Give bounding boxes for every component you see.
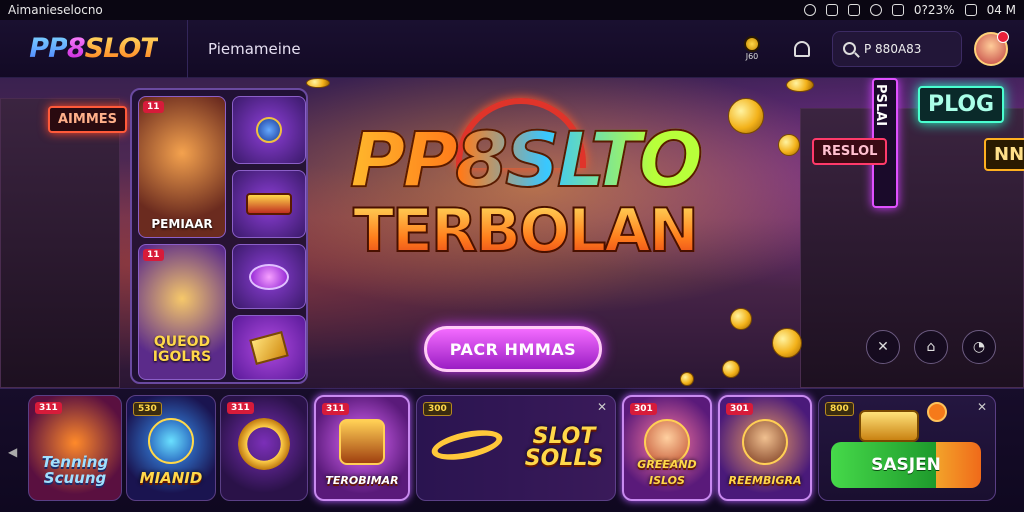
notification-dot	[997, 30, 1009, 43]
home-icon[interactable]: ⌂	[914, 330, 948, 364]
game-card[interactable]: 530 MIANID	[126, 395, 216, 501]
search-text: P 880A83	[864, 41, 922, 56]
mute-icon	[825, 4, 838, 16]
coin-3	[786, 78, 814, 92]
hero-subtitle: TERBOLAN	[350, 195, 700, 267]
mini-tile-crystal[interactable]	[232, 244, 306, 309]
featured-game-tile-1[interactable]: 11 PEMIAAR	[138, 96, 226, 238]
close-icon[interactable]: ✕	[597, 400, 607, 414]
game-card[interactable]: 301 GREEAND ISLOS	[622, 395, 712, 501]
game-card[interactable]: 311	[220, 395, 308, 501]
coin-6	[772, 328, 802, 358]
carousel-prev-icon[interactable]: ◀	[8, 445, 17, 459]
game-card[interactable]: 311 Tenning Scuung	[28, 395, 122, 501]
hero-title: PP8SLTO	[310, 119, 740, 201]
game-badge: 800	[825, 402, 854, 416]
game-carousel: ◀ 311 Tenning Scuung 530 MIANID 311 311 …	[0, 388, 1024, 512]
status-app-name: Aimanieselocno	[8, 3, 103, 17]
game-title: REEMBIGRA	[728, 474, 802, 487]
game-badge: 301	[630, 403, 657, 415]
search-icon	[843, 42, 856, 55]
game-card[interactable]: 300 ✕ SLOT SOLLS	[416, 395, 616, 501]
game-card[interactable]: 301 REEMBIGRA	[718, 395, 812, 501]
mini-tiles-top	[232, 96, 306, 238]
gem-icon	[256, 117, 282, 143]
trophy-icon	[744, 36, 760, 52]
brand-logo[interactable]: PP 8 SLOT	[0, 19, 188, 78]
game-card[interactable]: 800 ✕ SASJEN	[818, 395, 996, 501]
mini-tiles-bottom	[232, 244, 306, 380]
tile-badge: 11	[143, 101, 164, 113]
game-title: GREEAND ISLOS	[637, 458, 697, 487]
battery-icon	[964, 4, 977, 16]
mini-tile-gold-bar[interactable]	[232, 315, 306, 380]
spin-button[interactable]: SASJEN	[831, 442, 981, 488]
game-badge: 300	[423, 402, 452, 416]
notifications-button[interactable]	[782, 29, 822, 69]
avatar[interactable]	[974, 30, 1009, 66]
game-badge: 311	[227, 402, 254, 414]
chat-icon[interactable]: ◔	[962, 330, 996, 364]
warrior-face-icon	[742, 419, 788, 465]
game-title: MIANID	[139, 469, 203, 487]
bell-icon	[794, 40, 810, 57]
gift-icon	[927, 402, 947, 422]
coin-4	[306, 78, 330, 88]
search-input[interactable]: P 880A83	[832, 30, 962, 67]
treasure-chest-icon	[859, 410, 919, 442]
hero-cta-button[interactable]: PACR HMMAS	[424, 326, 602, 372]
tile-badge: 11	[143, 249, 164, 261]
drum-icon	[246, 193, 292, 215]
coin-8	[680, 372, 694, 386]
page-title: Piemameine	[208, 39, 301, 58]
logo-8: 8	[66, 33, 86, 64]
logo-slot: SLOT	[84, 33, 159, 64]
featured-panel: 11 PEMIAAR 11 QUEOD IGOLRS	[130, 88, 308, 384]
coin-7	[722, 360, 740, 378]
neon-sign-2: PLOG	[918, 86, 1005, 123]
featured-game-tile-2[interactable]: 11 QUEOD IGOLRS	[138, 244, 226, 380]
building-left	[0, 98, 120, 388]
coin-2	[778, 134, 800, 156]
game-badge: 301	[726, 403, 753, 415]
rewards-button[interactable]: J60	[732, 29, 772, 69]
mini-tile-gem[interactable]	[232, 96, 306, 164]
game-title: SLOT SOLLS	[524, 424, 604, 471]
tile-caption: PEMIAAR	[151, 217, 213, 231]
game-badge: 311	[322, 403, 349, 415]
logo-pp: PP	[29, 33, 68, 64]
coin-5	[730, 308, 752, 330]
ring-icon	[238, 418, 290, 470]
tile-caption: QUEOD IGOLRS	[152, 334, 212, 365]
game-badge: 311	[35, 402, 62, 414]
owl-icon	[148, 418, 194, 464]
mini-tile-drum[interactable]	[232, 170, 306, 238]
status-time: 04 M	[986, 3, 1016, 17]
gold-bar-icon	[249, 330, 289, 365]
crystal-icon	[249, 263, 289, 290]
close-icon[interactable]: ✕	[977, 400, 987, 414]
alarm-icon	[803, 4, 816, 16]
hero-action-buttons: ✕ ⌂ ◔	[866, 330, 996, 364]
vibrate-icon	[847, 4, 860, 16]
neon-sign-4: RESLOL	[812, 138, 888, 165]
neon-sign-5: NN	[984, 138, 1024, 171]
gold-ring-icon	[429, 424, 505, 466]
game-title: TEROBIMAR	[325, 474, 399, 487]
totem-icon	[339, 419, 385, 465]
status-bar: Aimanieselocno 0?23% 04 M	[0, 0, 1024, 20]
rewards-label: J60	[745, 52, 759, 61]
battery-percent: 0?23%	[913, 3, 955, 17]
share-icon[interactable]: ✕	[866, 330, 900, 364]
app-header: PP 8 SLOT Piemameine J60 P 880A83	[0, 19, 1024, 78]
game-card[interactable]: 311 TEROBIMAR	[314, 395, 410, 501]
neon-sign-1: AIMMES	[48, 106, 128, 133]
wifi-icon	[869, 4, 882, 16]
game-title: Tenning Scuung	[41, 453, 109, 487]
hero-banner: AIMMES PLOG PSLAI RESLOL NN 11 PEMIAAR 1…	[0, 78, 1024, 388]
signal-icon	[891, 4, 904, 16]
game-badge: 530	[133, 402, 162, 416]
